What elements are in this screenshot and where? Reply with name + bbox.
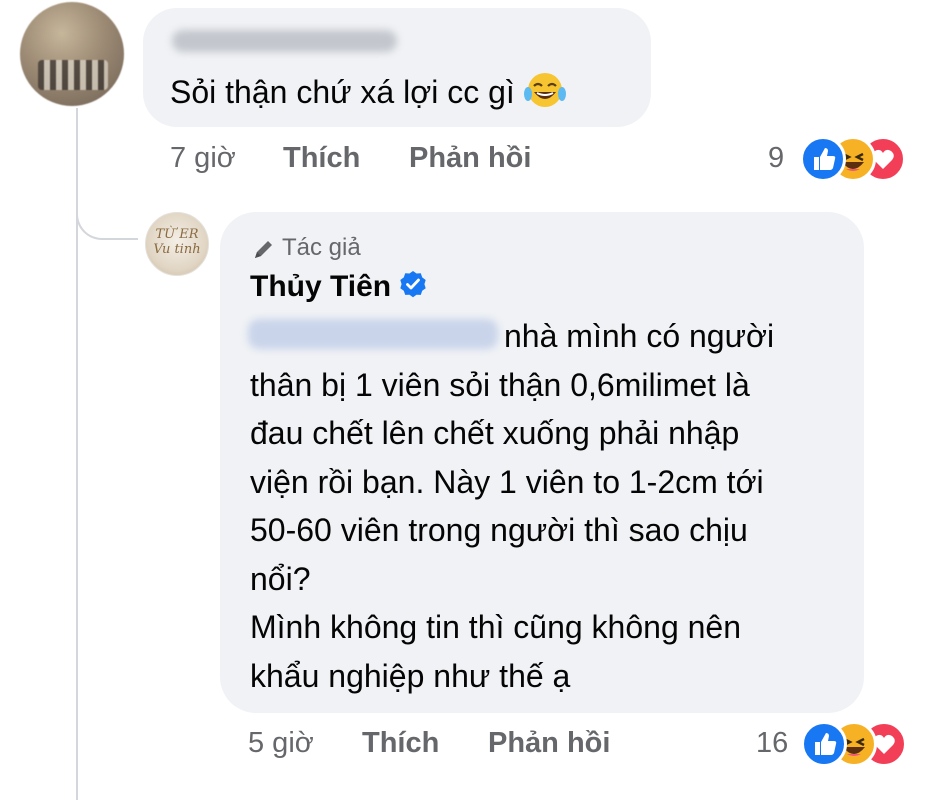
reply-line: nổi? — [250, 560, 311, 597]
author-avatar[interactable]: TỪ ER Vu tinh — [145, 212, 209, 276]
reply-reaction-summary[interactable] — [801, 721, 931, 767]
verified-badge-icon — [399, 270, 427, 306]
reply-timestamp[interactable]: 5 giờ — [248, 727, 314, 760]
reaction-summary[interactable] — [800, 136, 930, 182]
reply-line: viện rồi bạn. Này 1 viên to 1-2cm tới — [250, 463, 764, 500]
like-icon — [801, 721, 847, 767]
reply-line: Mình không tin thì cũng không nên — [250, 609, 742, 645]
author-name[interactable]: Thủy Tiên — [250, 270, 427, 306]
like-icon — [800, 136, 846, 182]
reply-reaction-count[interactable]: 16 — [756, 727, 788, 760]
like-button[interactable]: Thích — [283, 142, 360, 175]
reply-line: nhà mình có người — [504, 318, 775, 354]
reply-line: thân bị 1 viên sỏi thận 0,6milimet là — [250, 366, 750, 403]
author-badge: Tác giả — [252, 234, 361, 262]
reply-button[interactable]: Phản hồi — [409, 142, 531, 175]
reply-text: nhà mình có người thân bị 1 viên sỏi thậ… — [250, 312, 850, 700]
reply-line: đau chết lên chết xuống phải nhập — [250, 415, 740, 451]
reply-line: 50-60 viên trong người thì sao chịu — [250, 512, 748, 548]
laughing-tears-emoji-icon — [523, 70, 567, 119]
commenter-name-blurred[interactable] — [172, 30, 397, 52]
reply-line: khẩu nghiệp như thế ạ — [250, 657, 571, 694]
reply-reply-button[interactable]: Phản hồi — [488, 727, 610, 760]
comment-timestamp[interactable]: 7 giờ — [170, 142, 236, 175]
comment-text: Sỏi thận chứ xá lợi cc gì — [170, 70, 567, 119]
reply-like-button[interactable]: Thích — [362, 727, 439, 760]
commenter-avatar[interactable] — [20, 2, 124, 106]
thread-connector — [76, 190, 138, 240]
pencil-icon — [255, 240, 272, 258]
reaction-count[interactable]: 9 — [768, 142, 784, 175]
